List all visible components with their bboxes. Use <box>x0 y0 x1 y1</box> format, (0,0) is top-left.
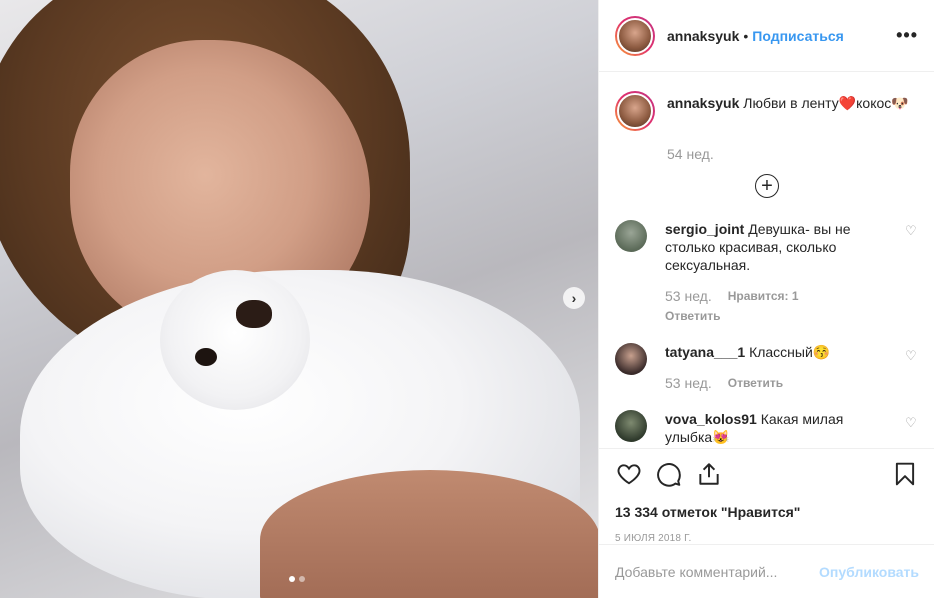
comment-time[interactable]: 53 нед. <box>665 374 712 392</box>
follow-button[interactable]: Подписаться <box>752 28 844 44</box>
caption-time: 54 нед. <box>667 146 714 162</box>
post-date[interactable]: 5 ИЮЛЯ 2018 Г. <box>615 533 919 544</box>
separator-dot: • <box>743 27 749 44</box>
caption-text-block: annaksyuk Любви в ленту❤️кокос🐶 <box>667 91 909 131</box>
photo-arm <box>260 470 598 598</box>
like-comment-heart-icon[interactable]: ♡ <box>905 224 919 238</box>
author-avatar-image <box>617 17 653 54</box>
post-sidebar: annaksyuk • Подписаться ••• annaksyuk Лю… <box>598 0 934 598</box>
comment-bubble-icon[interactable] <box>655 460 683 488</box>
action-icons-row <box>615 459 919 489</box>
comment-username[interactable]: sergio_joint <box>665 221 744 237</box>
bookmark-icon[interactable] <box>891 460 919 488</box>
carousel-dot-active <box>289 576 295 582</box>
share-icon[interactable] <box>695 460 723 488</box>
author-username[interactable]: annaksyuk <box>667 28 739 44</box>
carousel-dot <box>299 576 305 582</box>
caption-username[interactable]: annaksyuk <box>667 95 739 111</box>
carousel-dots <box>289 576 305 582</box>
post-actions: 13 334 отметок "Нравится" 5 ИЮЛЯ 2018 Г. <box>599 448 934 544</box>
comment-meta: 53 нед. Нравится: 1 <box>665 287 879 305</box>
caption-text: Любви в ленту❤️кокос🐶 <box>743 95 909 111</box>
comment-avatar[interactable] <box>615 220 647 252</box>
publish-button[interactable]: Опубликовать <box>819 564 919 580</box>
comment-body: vova_kolos91 Какая милая улыбка😻 <box>665 410 879 446</box>
comment-body: tatyana___1 Классный😚 53 нед. Ответить <box>665 343 879 392</box>
comments-list[interactable]: annaksyuk Любви в ленту❤️кокос🐶 54 нед. … <box>599 73 934 448</box>
plus-icon: + <box>761 175 773 197</box>
comment-meta: 53 нед. Ответить <box>665 374 879 392</box>
caption-avatar-image <box>617 93 653 129</box>
chevron-right-icon: › <box>571 290 577 306</box>
caption-avatar[interactable] <box>615 91 655 131</box>
load-more-comments-button[interactable]: + <box>755 174 779 198</box>
like-comment-heart-icon[interactable]: ♡ <box>905 416 919 430</box>
add-comment-box: Опубликовать <box>599 544 934 598</box>
photo-dog-face <box>160 270 310 410</box>
comment-avatar[interactable] <box>615 343 647 375</box>
post-photo[interactable]: › <box>0 0 598 598</box>
comment-body: sergio_joint Девушка- вы не столько крас… <box>665 220 879 325</box>
like-comment-heart-icon[interactable]: ♡ <box>905 349 919 363</box>
comment-item: vova_kolos91 Какая милая улыбка😻 ♡ <box>615 410 919 446</box>
comment-username[interactable]: vova_kolos91 <box>665 411 757 427</box>
comment-likes-count[interactable]: Нравится: 1 <box>728 287 799 305</box>
comment-text: Классный😚 <box>749 344 831 360</box>
comment-item: tatyana___1 Классный😚 53 нед. Ответить ♡ <box>615 343 919 392</box>
comment-username[interactable]: tatyana___1 <box>665 344 745 360</box>
comment-avatar[interactable] <box>615 410 647 442</box>
comment-time[interactable]: 53 нед. <box>665 287 712 305</box>
reply-button[interactable]: Ответить <box>665 307 879 325</box>
like-heart-icon[interactable] <box>615 460 643 488</box>
post-caption: annaksyuk Любви в ленту❤️кокос🐶 <box>615 91 919 131</box>
comment-input[interactable] <box>615 563 820 580</box>
photo-dog-eye <box>195 348 217 366</box>
comment-item: sergio_joint Девушка- вы не столько крас… <box>615 220 919 325</box>
likes-count[interactable]: 13 334 отметок "Нравится" <box>615 504 919 520</box>
author-avatar[interactable] <box>615 15 655 56</box>
more-options-icon[interactable]: ••• <box>896 25 918 46</box>
post-header: annaksyuk • Подписаться ••• <box>599 0 934 72</box>
reply-button[interactable]: Ответить <box>728 374 783 392</box>
photo-dog-nose <box>236 300 272 328</box>
next-photo-button[interactable]: › <box>563 287 585 309</box>
